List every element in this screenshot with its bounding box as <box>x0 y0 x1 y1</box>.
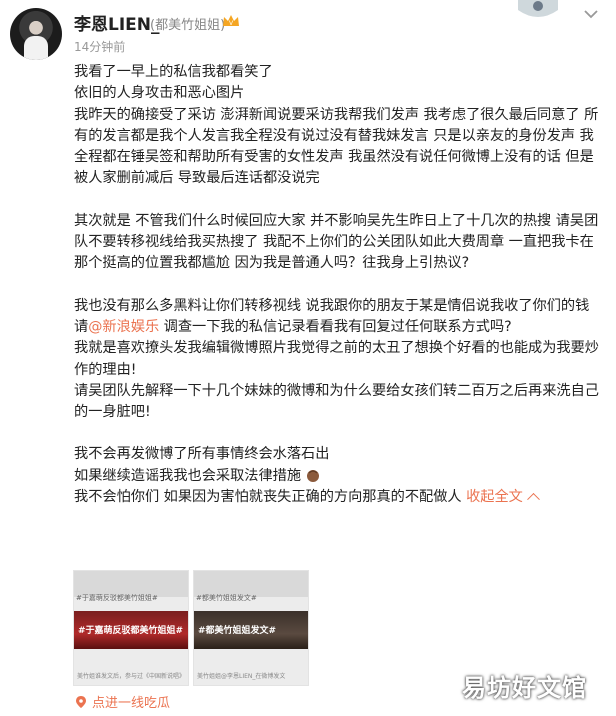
avatar-figure <box>24 36 48 60</box>
chevron-down-icon[interactable] <box>583 8 599 20</box>
location-link[interactable]: 点进一线吃瓜 <box>76 692 170 711</box>
fist-emoji-icon <box>307 469 320 482</box>
image-thumbnail[interactable]: #于嘉萌反驳都美竹姐姐# #于嘉萌反驳都美竹姐姐# 美竹姐谁发文后，参与过《中国… <box>73 570 189 686</box>
crown-icon: V <box>223 15 239 27</box>
emblem-icon <box>518 0 558 17</box>
verify-tag: (都美竹姐姐) <box>150 18 226 33</box>
location-pin-icon <box>76 696 86 708</box>
thumb-footer-text: 美竹姐谁发文后，参与过《中国新说唱》 <box>77 673 186 680</box>
paragraph: 依旧的人身攻击和恶心图片 <box>74 85 245 102</box>
paragraph-with-collapse: 我不会怕你们 如果因为害怕就丧失正确的方向那真的不配做人 收起全文 <box>74 487 604 508</box>
paragraph: 其次就是 不管我们什么时候回应大家 并不影响吴先生昨日上了十几次的热搜 请吴团队… <box>74 212 599 272</box>
chevron-up-icon <box>526 493 540 506</box>
paragraph-text: 我不会怕你们 如果因为害怕就丧失正确的方向那真的不配做人 <box>74 489 467 506</box>
paragraph-with-mention: 我也没有那么多黑料让你们转移视线 说我跟你的朋友于某是情侣说我收了你们的钱 请@… <box>74 296 604 339</box>
thumb-banner-text: #于嘉萌反驳都美竹姐姐# <box>78 626 184 636</box>
username[interactable]: 李恩LIEN_ <box>74 10 160 35</box>
post-content: 我看了一早上的私信我都看笑了 依旧的人身攻击和恶心图片 我昨天的确接受了采访 澎… <box>74 62 604 508</box>
paragraph-with-emoji: 如果继续造谣我我也会采取法律措施 <box>74 466 604 487</box>
paragraph: 我不会再发微博了所有事情终会水落石出 <box>74 446 330 463</box>
post-header: 李恩LIEN_ (都美竹姐姐) V 14分钟前 <box>0 0 616 62</box>
paragraph: 我看了一早上的私信我都看笑了 <box>74 64 273 80</box>
paragraph: 请吴团队先解释一下十几个妹妹的微博和为什么要给女孩们转二百万之后再来洗自己的一身… <box>74 382 599 421</box>
mention-link[interactable]: @新浪娱乐 <box>88 319 159 335</box>
thumb-footer-text: 美竹姐姐@李恩LIEN_在微博发文 <box>197 673 286 680</box>
location-label: 点进一线吃瓜 <box>92 696 171 711</box>
image-gallery: #于嘉萌反驳都美竹姐姐# #于嘉萌反驳都美竹姐姐# 美竹姐谁发文后，参与过《中国… <box>73 570 313 688</box>
paragraph-text: 如果继续造谣我我也会采取法律措施 <box>74 467 302 484</box>
watermark: 易坊好文馆 <box>462 674 587 702</box>
post-time: 14分钟前 <box>74 40 126 54</box>
paragraph: 我昨天的确接受了采访 澎湃新闻说要采访我帮我们发声 我考虑了很久最后同意了 所有… <box>74 106 599 187</box>
thumb-banner-text: #都美竹姐姐发文# <box>198 626 277 636</box>
paragraph-text: 调查一下我的私信记录看看我有回复过任何联系方式吗? <box>159 318 512 335</box>
collapse-label: 收起全文 <box>466 489 523 506</box>
image-thumbnail[interactable]: #都美竹姐姐发文# #都美竹姐姐发文# 美竹姐姐@李恩LIEN_在微博发文 <box>193 570 309 686</box>
collapse-link[interactable]: 收起全文 <box>466 489 540 506</box>
avatar[interactable] <box>10 8 62 60</box>
thumb-caption: #于嘉萌反驳都美竹姐姐# <box>76 594 158 602</box>
thumb-caption: #都美竹姐姐发文# <box>196 594 257 602</box>
paragraph: 我就是喜欢撩头发我编辑微博照片我觉得之前的太丑了想换个好看的也能成为我要炒作的理… <box>74 340 599 378</box>
